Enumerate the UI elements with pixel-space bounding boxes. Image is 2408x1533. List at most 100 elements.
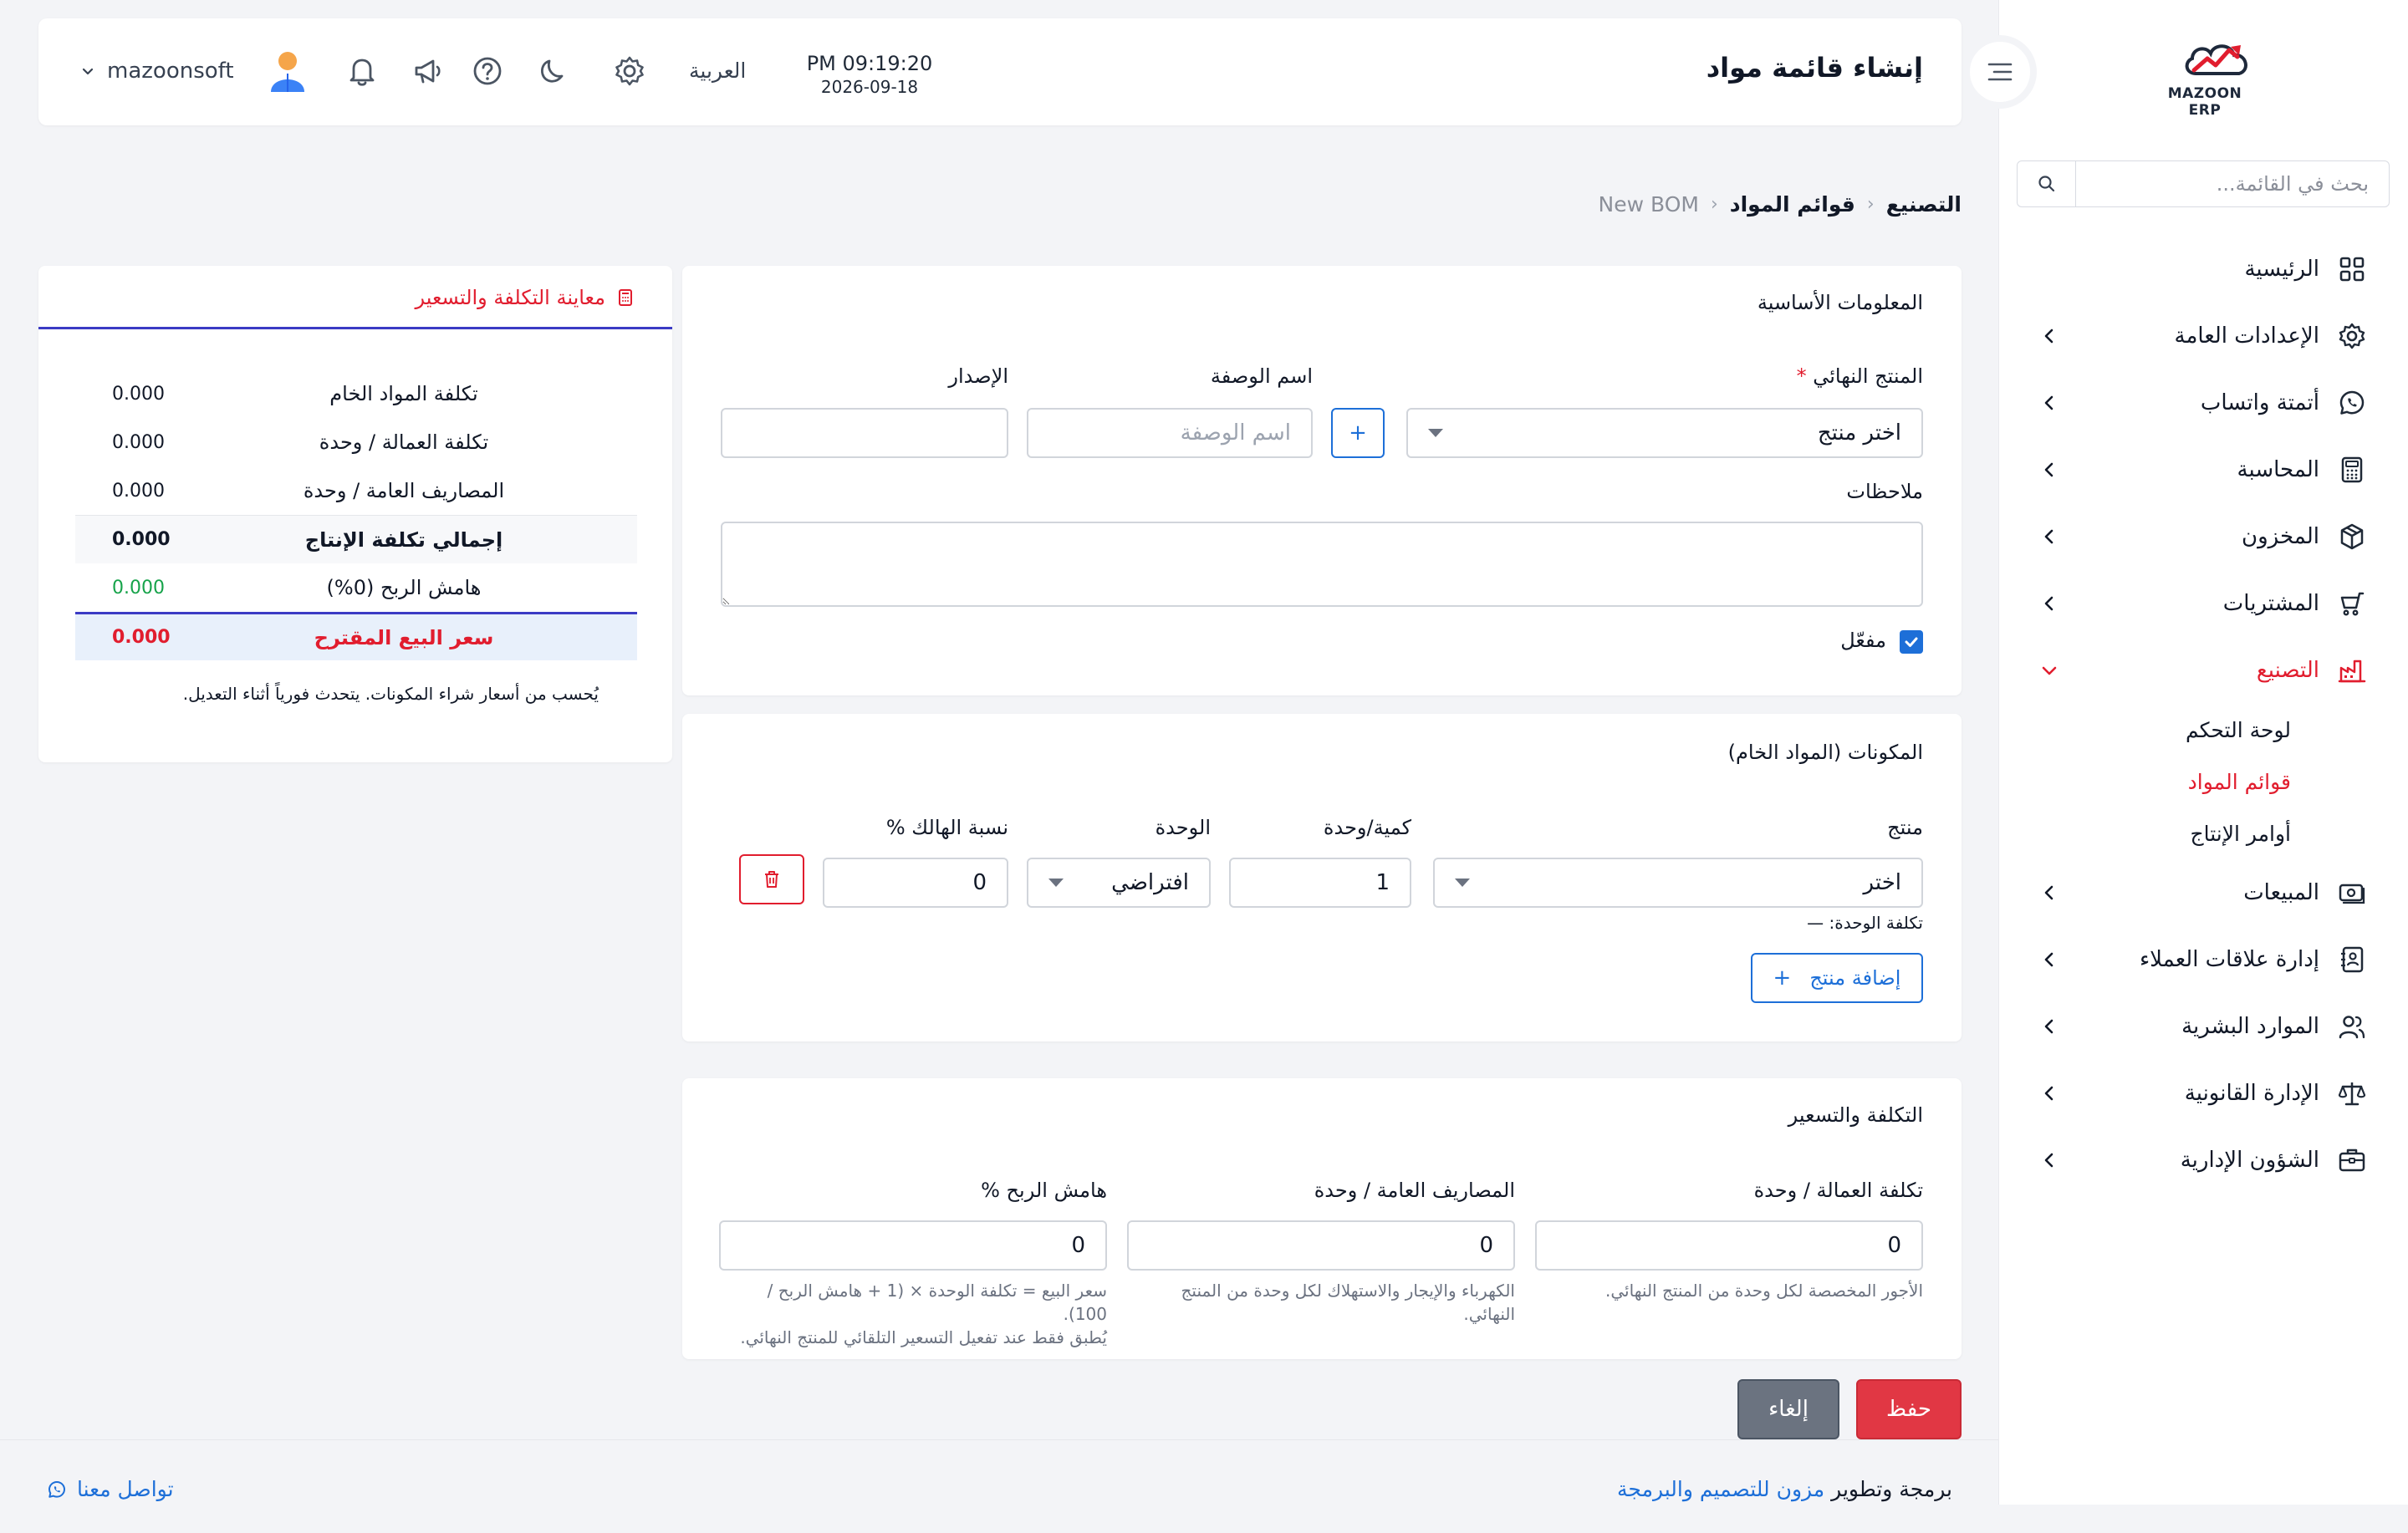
preview-header: معاينة التكلفة والتسعير	[38, 266, 672, 329]
chevron-down-icon	[1428, 429, 1443, 437]
sidebar-search-input[interactable]	[2076, 161, 2389, 206]
sidebar-item-hr[interactable]: الموارد البشرية	[1998, 993, 2408, 1060]
component-product-select[interactable]: اختر	[1433, 858, 1923, 908]
chevron-left-icon	[2044, 462, 2053, 477]
top-header: إنشاء قائمة مواد PM 09:19:20 2026-09-18 …	[38, 18, 1962, 125]
cart-icon	[2340, 592, 2365, 616]
recipe-name-input[interactable]	[1027, 408, 1313, 458]
footer-brand-link[interactable]: مزون للتصميم والبرمجة	[1617, 1477, 1824, 1501]
sidebar-item-manufacturing[interactable]: التصنيع	[1998, 637, 2408, 704]
sidebar-subitem-dashboard[interactable]: لوحة التحكم	[1998, 704, 2316, 756]
settings-icon[interactable]	[612, 53, 647, 89]
save-button[interactable]: حفظ	[1856, 1379, 1962, 1439]
preview-note: يُحسب من أسعار شراء المكونات. يتحدث فوري…	[182, 684, 599, 704]
chevron-left-icon	[2044, 395, 2053, 410]
chevron-down-icon	[82, 68, 94, 75]
contact-us-link[interactable]: تواصل معنا	[47, 1477, 174, 1501]
sidebar-item-crm[interactable]: إدارة علاقات العملاء	[1998, 926, 2408, 993]
enabled-checkbox[interactable]	[1900, 630, 1923, 654]
sidebar-item-purchases[interactable]: المشتريات	[1998, 570, 2408, 637]
help-icon[interactable]	[470, 53, 505, 89]
add-product-label: إضافة منتج	[1809, 966, 1901, 990]
preview-row-suggested-price: سعر البيع المقترح 0.000	[75, 612, 637, 660]
chevron-left-icon	[2044, 1086, 2053, 1101]
users-icon	[2339, 1016, 2365, 1039]
final-product-select[interactable]: اختر منتج	[1406, 408, 1923, 458]
qty-per-unit-input[interactable]	[1229, 858, 1411, 908]
breadcrumb-separator: ‹	[1710, 194, 1718, 215]
briefcase-icon	[2339, 1148, 2365, 1172]
labor-cost-input[interactable]	[1535, 1220, 1923, 1271]
margin-label: هامش الربح %	[981, 1179, 1107, 1202]
add-product-button[interactable]: إضافة منتج +	[1751, 953, 1923, 1003]
sidebar-item-settings[interactable]: الإعدادات العامة	[1998, 303, 2408, 369]
sidebar-item-label: إدارة علاقات العملاء	[2139, 947, 2319, 972]
overhead-input[interactable]	[1127, 1220, 1515, 1271]
footer: برمجة وتطوير مزون للتصميم والبرمجة تواصل…	[0, 1439, 1998, 1533]
costing-card: التكلفة والتسعير تكلفة العمالة / وحدة ال…	[682, 1078, 1962, 1359]
margin-input[interactable]	[719, 1220, 1107, 1271]
preview-row-total-cost: إجمالي تكلفة الإنتاج 0.000	[75, 515, 637, 563]
sidebar-item-accounting[interactable]: المحاسبة	[1998, 436, 2408, 503]
component-product-label: منتج	[1887, 816, 1923, 839]
delete-component-button[interactable]	[739, 854, 804, 904]
logo[interactable]: MAZOON ERP	[2150, 33, 2259, 119]
notifications-bell-icon[interactable]	[344, 53, 380, 89]
footer-credit: برمجة وتطوير مزون للتصميم والبرمجة	[1617, 1477, 1952, 1501]
add-final-product-button[interactable]: +	[1331, 408, 1385, 458]
sidebar-item-label: التصنيع	[2256, 658, 2319, 683]
basic-info-title: المعلومات الأساسية	[1757, 291, 1923, 314]
unit-cost-text: تكلفة الوحدة: —	[1807, 913, 1923, 933]
sidebar-item-label: الإدارة القانونية	[2184, 1081, 2319, 1106]
sidebar-item-label: الشؤون الإدارية	[2180, 1148, 2319, 1173]
plus-icon: +	[1773, 965, 1792, 991]
sidebar-subitem-bom[interactable]: قوائم المواد	[1998, 756, 2316, 807]
user-menu[interactable]: mazoonsoft	[80, 48, 308, 94]
menu-icon	[1987, 63, 2013, 81]
whatsapp-icon	[48, 1480, 65, 1498]
sidebar-item-inventory[interactable]: المخزون	[1998, 503, 2408, 570]
sidebar-item-label: المحاسبة	[2237, 457, 2319, 482]
language-switch[interactable]: العربية	[689, 59, 746, 83]
enabled-label: مفعّل	[1840, 629, 1886, 652]
unit-select[interactable]: افتراضي	[1027, 858, 1211, 908]
sidebar-item-admin-affairs[interactable]: الشؤون الإدارية	[1998, 1127, 2408, 1194]
grid-icon	[2339, 257, 2365, 282]
chevron-left-icon	[2044, 885, 2053, 900]
version-input[interactable]	[721, 408, 1008, 458]
overhead-hint: الكهرباء والإيجار والاستهلاك لكل وحدة من…	[1181, 1281, 1515, 1324]
sidebar-item-sales[interactable]: المبيعات	[1998, 859, 2408, 926]
scale-icon	[2338, 1082, 2366, 1106]
sidebar-subitem-production-orders[interactable]: أوامر الإنتاج	[1998, 807, 2316, 859]
chevron-down-icon	[1455, 879, 1470, 887]
factory-icon	[2338, 660, 2366, 683]
cost-preview-card: معاينة التكلفة والتسعير تكلفة المواد الخ…	[38, 266, 672, 762]
gear-icon	[2339, 323, 2365, 349]
sidebar: MAZOON ERP الرئيسية	[1998, 0, 2408, 1505]
whatsapp-icon	[2339, 390, 2365, 415]
notes-label: ملاحظات	[1846, 480, 1923, 503]
sidebar-item-home[interactable]: الرئيسية	[1998, 236, 2408, 303]
component-product-value: اختر	[1863, 870, 1902, 895]
megaphone-icon[interactable]	[411, 53, 446, 89]
breadcrumb-current: New BOM	[1598, 192, 1699, 216]
dark-mode-icon[interactable]	[537, 53, 572, 89]
sidebar-toggle-button[interactable]	[1963, 35, 2037, 109]
header-clock: PM 09:19:20 2026-09-18	[794, 52, 945, 97]
waste-percent-input[interactable]	[823, 858, 1008, 908]
page-title: إنشاء قائمة مواد	[1706, 52, 1923, 84]
notes-textarea[interactable]	[721, 522, 1923, 607]
sidebar-item-legal[interactable]: الإدارة القانونية	[1998, 1060, 2408, 1127]
final-product-value: اختر منتج	[1817, 420, 1901, 446]
breadcrumb-manufacturing[interactable]: التصنيع	[1886, 192, 1962, 216]
unit-value: افتراضي	[1111, 870, 1189, 895]
search-button[interactable]	[2018, 161, 2076, 206]
sidebar-item-whatsapp[interactable]: أتمتة واتساب	[1998, 369, 2408, 436]
cancel-button[interactable]: إلغاء	[1737, 1379, 1839, 1439]
logo-text: MAZOON ERP	[2167, 85, 2242, 119]
chevron-left-icon	[2044, 328, 2053, 344]
breadcrumb-bom-list[interactable]: قوائم المواد	[1730, 192, 1855, 216]
chevron-down-icon	[2042, 666, 2057, 675]
chevron-down-icon	[1048, 879, 1064, 887]
breadcrumb-separator: ‹	[1866, 194, 1875, 215]
